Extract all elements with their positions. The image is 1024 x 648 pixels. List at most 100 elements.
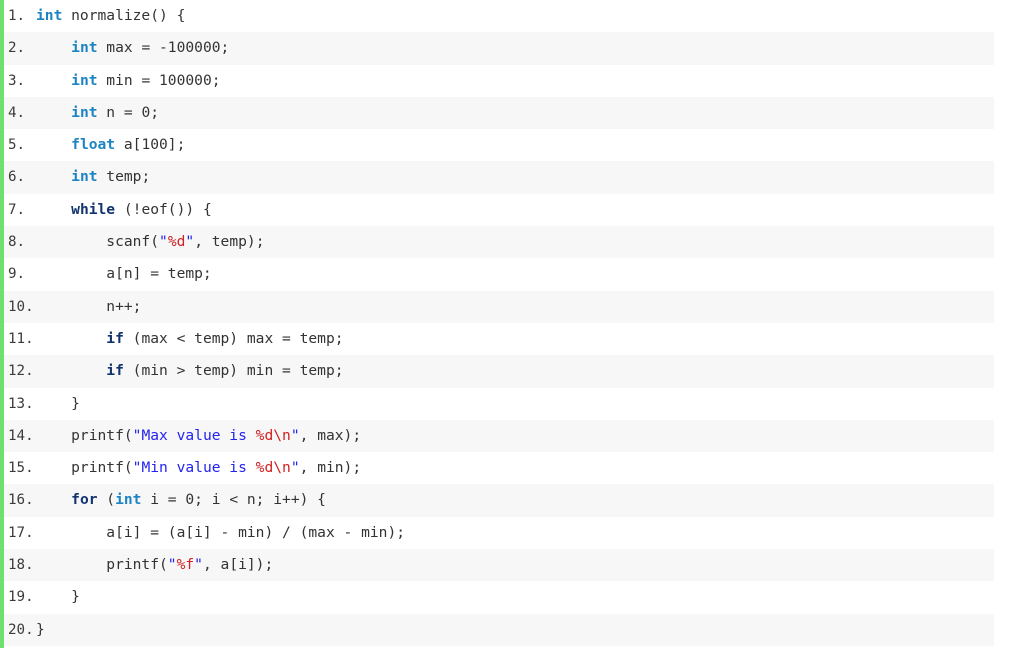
line-number: 17. [8,524,34,541]
line-code: printf("%f", a[i]); [30,549,273,581]
line-code: while (!eof()) { [30,194,212,226]
code-line-row: 11. if (max < temp) max = temp; [0,322,1024,356]
token-type-keyword: int [71,103,98,121]
token-plain: , temp); [194,233,265,251]
token-plain: } [36,620,45,638]
line-number: 10. [8,298,34,315]
line-code: a[i] = (a[i] - min) / (max - min); [30,517,405,549]
token-plain: , max); [299,426,362,444]
line-number: 14. [8,427,34,444]
token-control-keyword: if [106,329,124,347]
line-number: 2. [8,40,26,57]
code-line-row: 20.} [0,613,1024,646]
token-string: " [185,233,195,251]
token-string: " [290,426,300,444]
code-line-row: 3. int min = 100000; [0,64,1024,97]
token-plain: } [36,588,80,606]
token-plain: min = 100000; [97,71,221,89]
code-line-row: 2. int max = -100000; [0,32,1024,65]
line-code: a[n] = temp; [30,258,212,290]
line-code: float a[100]; [30,129,185,161]
token-plain: } [36,394,80,412]
token-type-keyword: int [115,491,142,509]
line-number: 8. [8,234,26,251]
line-code: } [30,388,80,420]
token-plain: i = 0; i < n; i++) { [141,491,326,509]
token-type-keyword: float [71,136,116,154]
code-line-row: 9. a[n] = temp; [0,258,1024,291]
code-line-row: 13. } [0,387,1024,420]
code-line-row: 4. int n = 0; [0,96,1024,130]
line-number: 12. [8,363,34,380]
token-type-keyword: int [71,168,98,186]
code-line-row: 6. int temp; [0,161,1024,194]
token-type-keyword: int [71,71,98,89]
token-plain: , a[i]); [202,556,274,574]
token-plain: a[100]; [115,136,186,154]
line-code: int normalize() { [30,0,185,32]
token-plain: (min > temp) min = temp; [123,362,344,380]
line-number: 13. [8,395,34,412]
token-plain: (!eof()) { [115,200,212,218]
token-string: " [159,233,168,251]
token-string: " [167,556,177,574]
line-code: int n = 0; [30,97,159,129]
code-line-row: 5. float a[100]; [0,129,1024,162]
code-listing: 1. int normalize() {2. int max = -100000;… [0,0,1024,648]
line-number: 5. [8,137,26,154]
token-control-keyword: while [71,200,116,218]
line-code: printf("Min value is %d\n", min); [30,452,361,484]
code-line-row: 17. a[i] = (a[i] - min) / (max - min); [0,516,1024,550]
line-code: for (int i = 0; i < n; i++) { [30,484,326,516]
code-line-row: 14. printf("Max value is %d\n", max); [0,419,1024,453]
token-format-specifier: %f [176,556,195,574]
line-code: printf("Max value is %d\n", max); [30,420,361,452]
token-plain: printf( [36,426,133,444]
line-code: } [30,614,45,646]
code-line-row: 10. n++; [0,290,1024,323]
token-plain: , min); [299,459,362,477]
token-plain: printf( [36,459,133,477]
token-format-specifier: %d\n [255,459,291,477]
token-plain: n++; [36,297,142,315]
token-string: "Max value is [132,426,256,444]
code-line-row: 1. int normalize() { [0,0,1024,33]
token-format-specifier: %d [167,233,186,251]
token-control-keyword: if [106,362,124,380]
line-code: n++; [30,291,141,323]
line-number: 18. [8,557,34,574]
code-line-row: 18. printf("%f", a[i]); [0,549,1024,582]
token-plain: a[i] = (a[i] - min) / (max - min); [36,523,406,541]
token-format-specifier: %d\n [255,426,291,444]
green-accent-bar [0,0,4,648]
token-plain: max = -100000; [97,39,230,57]
token-plain: normalize() { [62,7,186,24]
line-number: 6. [8,169,26,186]
token-plain: (max < temp) max = temp; [123,329,344,347]
token-string: " [290,459,300,477]
token-plain: printf( [36,556,168,574]
line-number: 20. [8,621,34,638]
code-line-row: 12. if (min > temp) min = temp; [0,355,1024,388]
line-number: 1. [8,8,26,24]
token-plain: a[n] = temp; [36,265,212,283]
line-code: int min = 100000; [30,65,221,97]
line-code: int max = -100000; [30,32,229,64]
code-rows-container: 1. int normalize() {2. int max = -100000;… [0,0,1024,646]
token-type-keyword: int [36,7,63,24]
code-line-row: 16. for (int i = 0; i < n; i++) { [0,484,1024,517]
line-number: 16. [8,492,34,509]
line-code: if (max < temp) max = temp; [30,323,344,355]
token-plain: temp; [97,168,151,186]
line-number: 9. [8,266,26,283]
line-number: 3. [8,72,26,89]
